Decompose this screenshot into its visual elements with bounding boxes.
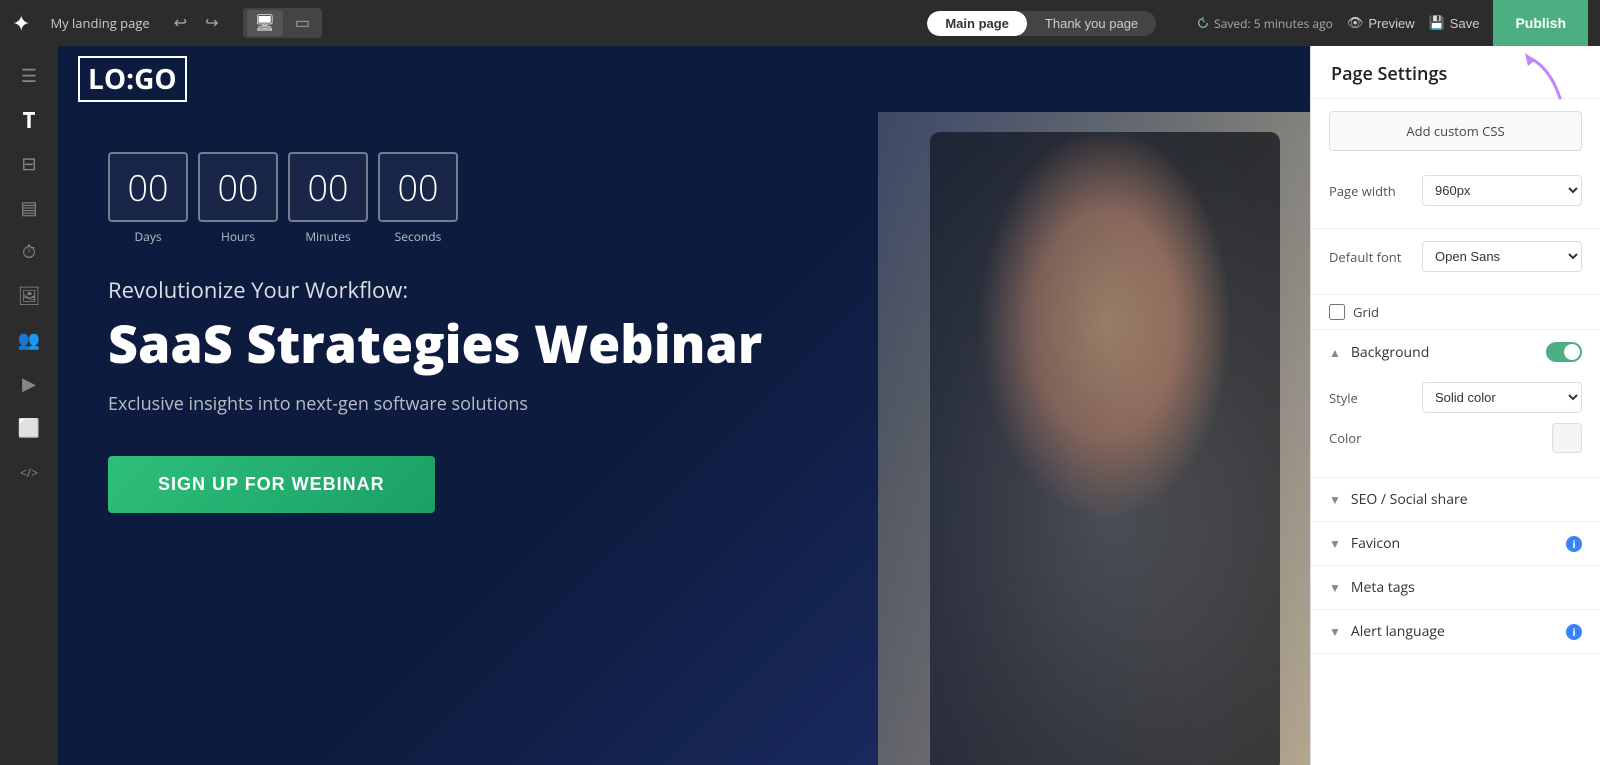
countdown-hours: 00 Hours bbox=[198, 152, 278, 245]
countdown-days: 00 Days bbox=[108, 152, 188, 245]
default-font-row: Default font Open Sans Roboto Lato Monts… bbox=[1329, 241, 1582, 272]
main-page-tab[interactable]: Main page bbox=[927, 11, 1027, 36]
alert-language-chevron-icon: ▼ bbox=[1329, 623, 1341, 640]
meta-tags-section-header[interactable]: ▼ Meta tags bbox=[1311, 566, 1600, 609]
page-width-row: Page width 960px 1200px 1440px Full widt… bbox=[1329, 175, 1582, 206]
hamburger-icon[interactable]: ☰ bbox=[9, 56, 49, 96]
alert-language-info-icon: i bbox=[1566, 624, 1582, 640]
app-logo: ✦ bbox=[12, 8, 30, 38]
device-switcher: 🖥 ▭ bbox=[243, 8, 322, 38]
background-toggle[interactable] bbox=[1546, 342, 1582, 362]
sections-icon[interactable]: ⬜ bbox=[9, 408, 49, 448]
publish-button[interactable]: Publish bbox=[1493, 0, 1588, 46]
favicon-chevron-icon: ▼ bbox=[1329, 535, 1341, 552]
alert-language-section-header[interactable]: ▼ Alert language i bbox=[1311, 610, 1600, 653]
alert-language-section: ▼ Alert language i bbox=[1311, 610, 1600, 654]
grid-checkbox[interactable] bbox=[1329, 304, 1345, 320]
undo-redo-group: ↩ ↪ bbox=[168, 11, 225, 35]
background-section: ▲ Background Style Solid color Gradient … bbox=[1311, 330, 1600, 478]
lp-cta-button[interactable]: SIGN UP FOR WEBINAR bbox=[108, 456, 435, 513]
favicon-info-icon: i bbox=[1566, 536, 1582, 552]
image-icon[interactable]: 🖼 bbox=[9, 276, 49, 316]
seo-section: ▼ SEO / Social share bbox=[1311, 478, 1600, 522]
style-row: Style Solid color Gradient Image Video bbox=[1329, 382, 1582, 413]
seo-chevron-icon: ▼ bbox=[1329, 491, 1341, 508]
text-icon[interactable]: T bbox=[9, 100, 49, 140]
right-panel: Page Settings Add custom CSS Page width … bbox=[1310, 46, 1600, 765]
redo-button[interactable]: ↪ bbox=[199, 11, 224, 35]
lp-subtext: Exclusive insights into next-gen softwar… bbox=[108, 392, 828, 416]
page-name: My landing page bbox=[50, 14, 149, 32]
page-tabs: Main page Thank you page bbox=[927, 11, 1156, 36]
countdown-hours-label: Hours bbox=[221, 228, 255, 245]
style-label: Style bbox=[1329, 389, 1358, 407]
elements-icon[interactable]: ▤ bbox=[9, 188, 49, 228]
seo-title: SEO / Social share bbox=[1351, 490, 1582, 509]
countdown-days-box: 00 bbox=[108, 152, 188, 222]
countdown-seconds: 00 Seconds bbox=[378, 152, 458, 245]
color-row: Color bbox=[1329, 423, 1582, 453]
meta-tags-chevron-icon: ▼ bbox=[1329, 579, 1341, 596]
alert-language-title: Alert language bbox=[1351, 622, 1562, 641]
page-width-label: Page width bbox=[1329, 182, 1396, 200]
preview-button[interactable]: 👁 Preview bbox=[1347, 15, 1415, 31]
favicon-section-header[interactable]: ▼ Favicon i bbox=[1311, 522, 1600, 565]
lp-hero: 00 Days 00 Hours 00 bbox=[58, 112, 1310, 765]
background-section-header[interactable]: ▲ Background bbox=[1311, 330, 1600, 374]
lp-headline: SaaS Strategies Webinar bbox=[108, 315, 828, 372]
lp-header: LO:GO bbox=[58, 46, 1310, 112]
add-custom-css-button[interactable]: Add custom CSS bbox=[1329, 111, 1582, 151]
topbar-right: Saved: 5 minutes ago 👁 Preview 💾 Save Pu… bbox=[1196, 0, 1588, 46]
saved-status: Saved: 5 minutes ago bbox=[1196, 15, 1333, 32]
meta-tags-section: ▼ Meta tags bbox=[1311, 566, 1600, 610]
grid-label: Grid bbox=[1353, 303, 1379, 321]
countdown-seconds-label: Seconds bbox=[395, 228, 442, 245]
countdown-minutes: 00 Minutes bbox=[288, 152, 368, 245]
page-canvas: LO:GO 00 bbox=[58, 46, 1310, 765]
desktop-view-button[interactable]: 🖥 bbox=[247, 10, 283, 36]
favicon-title: Favicon bbox=[1351, 534, 1562, 553]
main-area: ☰ T ⊟ ▤ ⏱ 🖼 👥 ▶ ⬜ </> LO:GO bbox=[0, 46, 1600, 765]
tablet-view-button[interactable]: ▭ bbox=[287, 10, 318, 36]
countdown-seconds-box: 00 bbox=[378, 152, 458, 222]
lp-hero-content: 00 Days 00 Hours 00 bbox=[58, 112, 878, 765]
style-select[interactable]: Solid color Gradient Image Video bbox=[1422, 382, 1582, 413]
grid-row: Grid bbox=[1311, 295, 1600, 330]
thankyou-page-tab[interactable]: Thank you page bbox=[1027, 11, 1156, 36]
topbar: ✦ My landing page ↩ ↪ 🖥 ▭ Main page Than… bbox=[0, 0, 1600, 46]
page-width-section: Page width 960px 1200px 1440px Full widt… bbox=[1311, 163, 1600, 229]
page-width-select[interactable]: 960px 1200px 1440px Full width bbox=[1422, 175, 1582, 206]
favicon-section: ▼ Favicon i bbox=[1311, 522, 1600, 566]
countdown-hours-box: 00 bbox=[198, 152, 278, 222]
panel-title: Page Settings bbox=[1311, 46, 1600, 99]
left-sidebar: ☰ T ⊟ ▤ ⏱ 🖼 👥 ▶ ⬜ </> bbox=[0, 46, 58, 765]
color-swatch[interactable] bbox=[1552, 423, 1582, 453]
timer-icon[interactable]: ⏱ bbox=[9, 232, 49, 272]
meta-tags-title: Meta tags bbox=[1351, 578, 1582, 597]
video-icon[interactable]: ▶ bbox=[9, 364, 49, 404]
countdown: 00 Days 00 Hours 00 bbox=[108, 152, 828, 245]
undo-button[interactable]: ↩ bbox=[168, 11, 193, 35]
layout-icon[interactable]: ⊟ bbox=[9, 144, 49, 184]
save-button[interactable]: 💾 Save bbox=[1429, 15, 1480, 31]
countdown-days-label: Days bbox=[134, 228, 161, 245]
background-title: Background bbox=[1351, 343, 1546, 362]
color-label: Color bbox=[1329, 429, 1361, 447]
background-content: Style Solid color Gradient Image Video C… bbox=[1311, 374, 1600, 477]
lp-logo: LO:GO bbox=[78, 56, 187, 102]
default-font-select[interactable]: Open Sans Roboto Lato Montserrat bbox=[1422, 241, 1582, 272]
people-icon[interactable]: 👥 bbox=[9, 320, 49, 360]
canvas-area: LO:GO 00 bbox=[58, 46, 1310, 765]
default-font-label: Default font bbox=[1329, 248, 1401, 266]
background-chevron-icon: ▲ bbox=[1329, 344, 1341, 361]
default-font-section: Default font Open Sans Roboto Lato Monts… bbox=[1311, 229, 1600, 295]
countdown-minutes-box: 00 bbox=[288, 152, 368, 222]
countdown-minutes-label: Minutes bbox=[305, 228, 350, 245]
lp-headline-sub: Revolutionize Your Workflow: bbox=[108, 275, 828, 305]
seo-section-header[interactable]: ▼ SEO / Social share bbox=[1311, 478, 1600, 521]
code-icon[interactable]: </> bbox=[9, 452, 49, 492]
